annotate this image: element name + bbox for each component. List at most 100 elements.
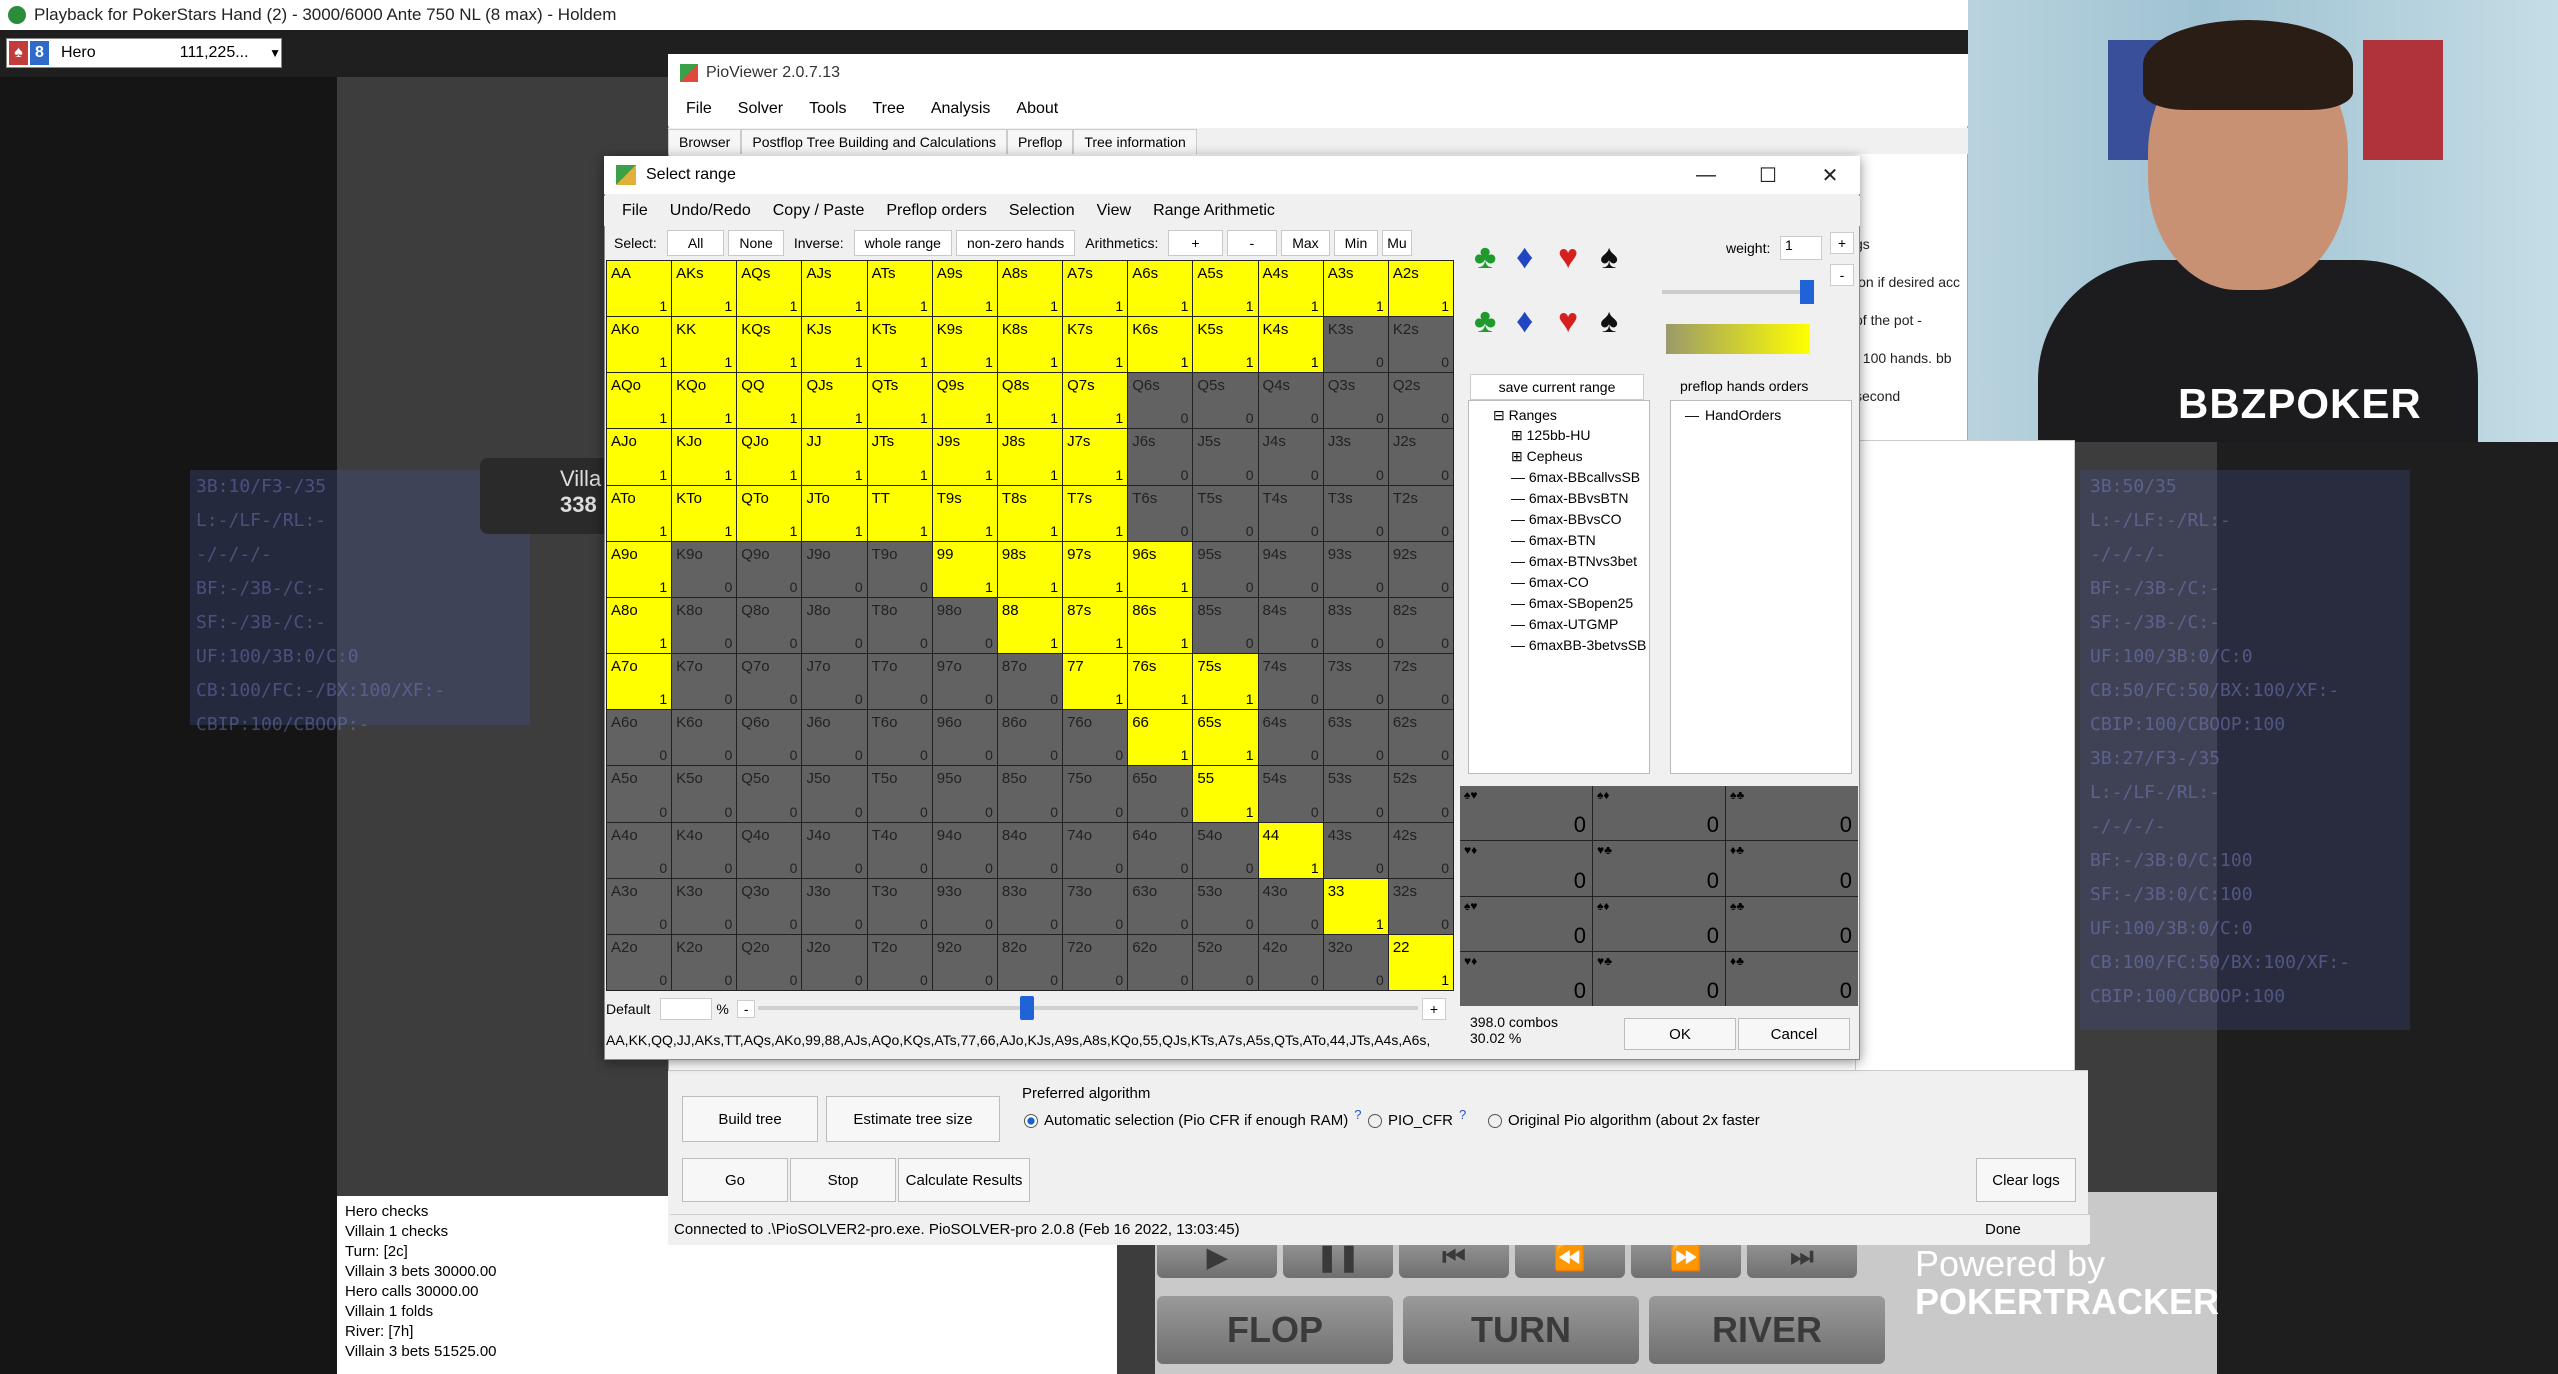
range-cell[interactable]: 62o 0	[1128, 934, 1193, 990]
range-cell[interactable]: Q7s 1	[1063, 373, 1128, 429]
arith-minus-button[interactable]: -	[1226, 230, 1278, 256]
range-cell[interactable]: Q3o 0	[737, 878, 802, 934]
range-cell[interactable]: KJs 1	[802, 317, 867, 373]
range-menu-file[interactable]: File	[622, 202, 648, 220]
turn-button[interactable]: TURN	[1403, 1296, 1639, 1364]
range-cell[interactable]: A4s 1	[1258, 261, 1323, 317]
range-cell[interactable]: 55 1	[1193, 766, 1258, 822]
range-cell[interactable]: Q2s 0	[1388, 373, 1453, 429]
range-menu-arithmetic[interactable]: Range Arithmetic	[1153, 202, 1275, 220]
range-cell[interactable]: K6o 0	[672, 710, 737, 766]
suit-combo-cell[interactable]: ♥♦ 0	[1460, 841, 1592, 896]
arith-min-button[interactable]: Min	[1333, 230, 1379, 256]
range-cell[interactable]: 97s 1	[1063, 541, 1128, 597]
range-cell[interactable]: Q6o 0	[737, 710, 802, 766]
inverse-whole-range-button[interactable]: whole range	[853, 230, 952, 256]
range-cell[interactable]: J6s 0	[1128, 429, 1193, 485]
range-cell[interactable]: T4s 0	[1258, 485, 1323, 541]
save-current-range-button[interactable]: save current range	[1470, 374, 1644, 400]
chevron-down-icon[interactable]: ▼	[269, 46, 281, 60]
clear-logs-button[interactable]: Clear logs	[1976, 1158, 2076, 1202]
range-cell[interactable]: 76o 0	[1063, 710, 1128, 766]
range-cell[interactable]: Q7o 0	[737, 654, 802, 710]
range-cell[interactable]: 84o 0	[997, 822, 1063, 878]
range-cell[interactable]: KQs 1	[737, 317, 802, 373]
range-cell[interactable]: QTo 1	[737, 485, 802, 541]
suit-combo-cell[interactable]: ♠♦ 0	[1593, 896, 1725, 951]
pio-menu-about[interactable]: About	[1016, 100, 1058, 118]
range-cell[interactable]: J2o 0	[802, 934, 867, 990]
range-cell[interactable]: 44 1	[1258, 822, 1323, 878]
range-cell[interactable]: 62s 0	[1388, 710, 1453, 766]
range-menu-preflop-orders[interactable]: Preflop orders	[886, 202, 987, 220]
range-cell[interactable]: T6o 0	[867, 710, 932, 766]
tab-tree-information[interactable]: Tree information	[1073, 129, 1197, 154]
suit-combo-cell[interactable]: ♥♣ 0	[1593, 841, 1725, 896]
range-cell[interactable]: K3s 0	[1323, 317, 1388, 373]
range-cell[interactable]: JJ 1	[802, 429, 867, 485]
arith-plus-button[interactable]: +	[1168, 230, 1223, 256]
suit-combo-cell[interactable]: ♠♥ 0	[1460, 786, 1592, 841]
range-cell[interactable]: KK 1	[672, 317, 737, 373]
range-cell[interactable]: 82o 0	[997, 934, 1063, 990]
range-cell[interactable]: K8o 0	[672, 597, 737, 654]
range-cell[interactable]: T2s 0	[1388, 485, 1453, 541]
range-tree-item[interactable]: — 6max-BBvsCO	[1511, 511, 1621, 527]
estimate-tree-button[interactable]: Estimate tree size	[826, 1096, 1000, 1142]
suit-combo-cell[interactable]: ♠♥ 0	[1460, 896, 1592, 951]
range-cell[interactable]: 32o 0	[1323, 934, 1388, 990]
range-cell[interactable]: 94s 0	[1258, 541, 1323, 597]
range-cell[interactable]: 75o 0	[1063, 766, 1128, 822]
range-cell[interactable]: K3o 0	[672, 878, 737, 934]
ranges-root-item[interactable]: ⊟ Ranges	[1493, 407, 1557, 424]
hero-select[interactable]: ♠ 8 Hero 111,225... ▼	[6, 38, 282, 68]
range-cell[interactable]: K8s 1	[997, 317, 1063, 373]
range-cell[interactable]: J9o 0	[802, 541, 867, 597]
heart-icon[interactable]: ♥	[1558, 304, 1578, 338]
range-cell[interactable]: 54o 0	[1193, 822, 1258, 878]
flop-button[interactable]: FLOP	[1157, 1296, 1393, 1364]
range-tree-item[interactable]: — 6max-UTGMP	[1511, 616, 1618, 632]
weight-input[interactable]: 1	[1780, 236, 1822, 260]
arith-max-button[interactable]: Max	[1281, 230, 1330, 256]
range-cell[interactable]: 88 1	[997, 597, 1063, 654]
suit-combo-cell[interactable]: ♠♣ 0	[1726, 786, 1858, 841]
heart-icon[interactable]: ♥	[1558, 240, 1578, 274]
range-cell[interactable]: T2o 0	[867, 934, 932, 990]
range-cell[interactable]: 93o 0	[932, 878, 997, 934]
range-cell[interactable]: 22 1	[1388, 934, 1453, 990]
select-all-button[interactable]: All	[666, 230, 725, 256]
range-cell[interactable]: AKo 1	[607, 317, 672, 373]
range-cell[interactable]: T8s 1	[997, 485, 1063, 541]
range-cell[interactable]: Q4s 0	[1258, 373, 1323, 429]
algo-auto-option[interactable]: Automatic selection (Pio CFR if enough R…	[1024, 1107, 1362, 1129]
range-cell[interactable]: Q8s 1	[997, 373, 1063, 429]
range-cell[interactable]: 93s 0	[1323, 541, 1388, 597]
range-tree-item[interactable]: — 6max-BBcallvsSB	[1511, 469, 1640, 485]
range-cell[interactable]: J7o 0	[802, 654, 867, 710]
range-cell[interactable]: A4o 0	[607, 822, 672, 878]
range-cell[interactable]: T9s 1	[932, 485, 997, 541]
range-cell[interactable]: K5o 0	[672, 766, 737, 822]
range-cell[interactable]: AQo 1	[607, 373, 672, 429]
suit-combo-cell[interactable]: ♦♣ 0	[1726, 841, 1858, 896]
range-cell[interactable]: 65o 0	[1128, 766, 1193, 822]
range-cell[interactable]: QTs 1	[867, 373, 932, 429]
range-cell[interactable]: Q3s 0	[1323, 373, 1388, 429]
range-cell[interactable]: 75s 1	[1193, 654, 1258, 710]
range-cell[interactable]: K7o 0	[672, 654, 737, 710]
range-cell[interactable]: 52s 0	[1388, 766, 1453, 822]
inverse-nonzero-button[interactable]: non-zero hands	[955, 230, 1076, 256]
range-cell[interactable]: 32s 0	[1388, 878, 1453, 934]
suit-combo-cell[interactable]: ♥♣ 0	[1593, 951, 1725, 1006]
ok-button[interactable]: OK	[1624, 1018, 1736, 1050]
range-menu-undo-redo[interactable]: Undo/Redo	[670, 202, 751, 220]
range-cell[interactable]: A8o 1	[607, 597, 672, 654]
range-cell[interactable]: 52o 0	[1193, 934, 1258, 990]
range-menu-selection[interactable]: Selection	[1009, 202, 1075, 220]
range-cell[interactable]: 76s 1	[1128, 654, 1193, 710]
range-cell[interactable]: K4s 1	[1258, 317, 1323, 373]
range-cell[interactable]: 64s 0	[1258, 710, 1323, 766]
range-cell[interactable]: 74o 0	[1063, 822, 1128, 878]
pio-menu-file[interactable]: File	[686, 100, 712, 118]
